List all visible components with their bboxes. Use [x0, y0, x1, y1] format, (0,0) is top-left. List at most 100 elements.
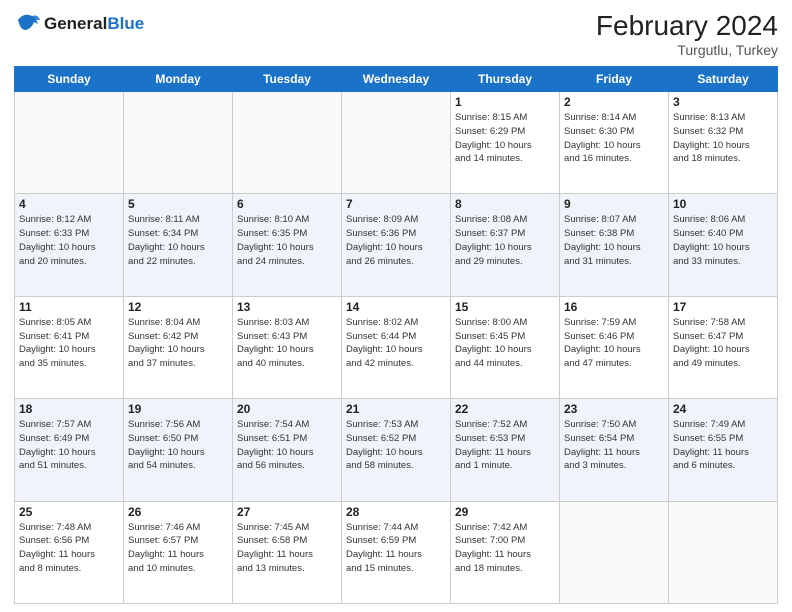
calendar-cell: 22 Sunrise: 7:52 AMSunset: 6:53 PMDayligh…	[451, 399, 560, 501]
logo-text: GeneralBlue	[44, 15, 144, 34]
header: GeneralBlue February 2024 Turgutlu, Turk…	[14, 10, 778, 58]
col-header-wednesday: Wednesday	[342, 67, 451, 92]
location: Turgutlu, Turkey	[596, 42, 778, 58]
day-info: Sunrise: 8:09 AMSunset: 6:36 PMDaylight:…	[346, 213, 446, 268]
day-number: 9	[564, 197, 664, 211]
calendar-cell: 14Sunrise: 8:02 AMSunset: 6:44 PMDayligh…	[342, 296, 451, 398]
day-info: Sunrise: 7:56 AMSunset: 6:50 PMDaylight:…	[128, 418, 228, 473]
day-info: Sunrise: 7:48 AMSunset: 6:56 PMDaylight:…	[19, 521, 119, 576]
calendar-cell: 4 Sunrise: 8:12 AMSunset: 6:33 PMDaylight…	[15, 194, 124, 296]
month-year: February 2024	[596, 10, 778, 42]
day-info: Sunrise: 7:49 AMSunset: 6:55 PMDaylight:…	[673, 418, 773, 473]
day-info: Sunrise: 8:08 AMSunset: 6:37 PMDaylight:…	[455, 213, 555, 268]
day-info: Sunrise: 8:04 AMSunset: 6:42 PMDaylight:…	[128, 316, 228, 371]
col-header-sunday: Sunday	[15, 67, 124, 92]
calendar-cell: 5 Sunrise: 8:11 AMSunset: 6:34 PMDaylight…	[124, 194, 233, 296]
day-info: Sunrise: 8:10 AMSunset: 6:35 PMDaylight:…	[237, 213, 337, 268]
day-number: 10	[673, 197, 773, 211]
day-number: 29	[455, 505, 555, 519]
calendar-table: SundayMondayTuesdayWednesdayThursdayFrid…	[14, 66, 778, 604]
calendar-header-row: SundayMondayTuesdayWednesdayThursdayFrid…	[15, 67, 778, 92]
day-info: Sunrise: 7:44 AMSunset: 6:59 PMDaylight:…	[346, 521, 446, 576]
day-number: 5	[128, 197, 228, 211]
day-info: Sunrise: 8:06 AMSunset: 6:40 PMDaylight:…	[673, 213, 773, 268]
day-info: Sunrise: 8:07 AMSunset: 6:38 PMDaylight:…	[564, 213, 664, 268]
day-number: 16	[564, 300, 664, 314]
day-number: 2	[564, 95, 664, 109]
day-number: 28	[346, 505, 446, 519]
day-info: Sunrise: 7:57 AMSunset: 6:49 PMDaylight:…	[19, 418, 119, 473]
day-info: Sunrise: 8:13 AMSunset: 6:32 PMDaylight:…	[673, 111, 773, 166]
day-info: Sunrise: 8:12 AMSunset: 6:33 PMDaylight:…	[19, 213, 119, 268]
day-info: Sunrise: 8:05 AMSunset: 6:41 PMDaylight:…	[19, 316, 119, 371]
day-number: 6	[237, 197, 337, 211]
calendar-cell: 7 Sunrise: 8:09 AMSunset: 6:36 PMDaylight…	[342, 194, 451, 296]
col-header-friday: Friday	[560, 67, 669, 92]
day-info: Sunrise: 7:54 AMSunset: 6:51 PMDaylight:…	[237, 418, 337, 473]
calendar-cell	[342, 92, 451, 194]
day-number: 15	[455, 300, 555, 314]
day-number: 27	[237, 505, 337, 519]
calendar-cell: 20 Sunrise: 7:54 AMSunset: 6:51 PMDayligh…	[233, 399, 342, 501]
day-number: 23	[564, 402, 664, 416]
calendar-cell: 29 Sunrise: 7:42 AMSunset: 7:00 PMDayligh…	[451, 501, 560, 603]
day-number: 22	[455, 402, 555, 416]
day-number: 4	[19, 197, 119, 211]
day-number: 13	[237, 300, 337, 314]
day-info: Sunrise: 8:14 AMSunset: 6:30 PMDaylight:…	[564, 111, 664, 166]
day-number: 21	[346, 402, 446, 416]
calendar-cell: 19 Sunrise: 7:56 AMSunset: 6:50 PMDayligh…	[124, 399, 233, 501]
day-number: 26	[128, 505, 228, 519]
day-number: 18	[19, 402, 119, 416]
day-info: Sunrise: 7:50 AMSunset: 6:54 PMDaylight:…	[564, 418, 664, 473]
calendar-cell: 3Sunrise: 8:13 AMSunset: 6:32 PMDaylight…	[669, 92, 778, 194]
day-info: Sunrise: 7:45 AMSunset: 6:58 PMDaylight:…	[237, 521, 337, 576]
calendar-cell: 25 Sunrise: 7:48 AMSunset: 6:56 PMDayligh…	[15, 501, 124, 603]
calendar-cell	[124, 92, 233, 194]
calendar-cell: 17 Sunrise: 7:58 AMSunset: 6:47 PMDayligh…	[669, 296, 778, 398]
calendar-cell: 6 Sunrise: 8:10 AMSunset: 6:35 PMDaylight…	[233, 194, 342, 296]
calendar-cell: 8Sunrise: 8:08 AMSunset: 6:37 PMDaylight…	[451, 194, 560, 296]
day-number: 11	[19, 300, 119, 314]
calendar-cell	[15, 92, 124, 194]
day-info: Sunrise: 7:58 AMSunset: 6:47 PMDaylight:…	[673, 316, 773, 371]
day-info: Sunrise: 7:46 AMSunset: 6:57 PMDaylight:…	[128, 521, 228, 576]
calendar-cell	[669, 501, 778, 603]
col-header-thursday: Thursday	[451, 67, 560, 92]
day-info: Sunrise: 7:53 AMSunset: 6:52 PMDaylight:…	[346, 418, 446, 473]
calendar-cell: 24 Sunrise: 7:49 AMSunset: 6:55 PMDayligh…	[669, 399, 778, 501]
day-info: Sunrise: 8:15 AMSunset: 6:29 PMDaylight:…	[455, 111, 555, 166]
day-number: 17	[673, 300, 773, 314]
col-header-tuesday: Tuesday	[233, 67, 342, 92]
page: GeneralBlue February 2024 Turgutlu, Turk…	[0, 0, 792, 612]
calendar-cell: 10 Sunrise: 8:06 AMSunset: 6:40 PMDayligh…	[669, 194, 778, 296]
calendar-cell	[233, 92, 342, 194]
calendar-cell: 27 Sunrise: 7:45 AMSunset: 6:58 PMDayligh…	[233, 501, 342, 603]
calendar-cell: 15 Sunrise: 8:00 AMSunset: 6:45 PMDayligh…	[451, 296, 560, 398]
day-number: 25	[19, 505, 119, 519]
calendar-week-row: 4 Sunrise: 8:12 AMSunset: 6:33 PMDaylight…	[15, 194, 778, 296]
day-info: Sunrise: 7:42 AMSunset: 7:00 PMDaylight:…	[455, 521, 555, 576]
day-number: 7	[346, 197, 446, 211]
day-info: Sunrise: 8:03 AMSunset: 6:43 PMDaylight:…	[237, 316, 337, 371]
calendar-cell: 2 Sunrise: 8:14 AMSunset: 6:30 PMDaylight…	[560, 92, 669, 194]
day-info: Sunrise: 8:11 AMSunset: 6:34 PMDaylight:…	[128, 213, 228, 268]
calendar-week-row: 11 Sunrise: 8:05 AMSunset: 6:41 PMDayligh…	[15, 296, 778, 398]
calendar-cell: 1Sunrise: 8:15 AMSunset: 6:29 PMDaylight…	[451, 92, 560, 194]
calendar-cell: 26 Sunrise: 7:46 AMSunset: 6:57 PMDayligh…	[124, 501, 233, 603]
day-info: Sunrise: 8:02 AMSunset: 6:44 PMDaylight:…	[346, 316, 446, 371]
day-info: Sunrise: 7:59 AMSunset: 6:46 PMDaylight:…	[564, 316, 664, 371]
day-number: 20	[237, 402, 337, 416]
day-number: 19	[128, 402, 228, 416]
calendar-cell: 16 Sunrise: 7:59 AMSunset: 6:46 PMDayligh…	[560, 296, 669, 398]
day-info: Sunrise: 7:52 AMSunset: 6:53 PMDaylight:…	[455, 418, 555, 473]
day-info: Sunrise: 8:00 AMSunset: 6:45 PMDaylight:…	[455, 316, 555, 371]
calendar-cell: 18 Sunrise: 7:57 AMSunset: 6:49 PMDayligh…	[15, 399, 124, 501]
col-header-saturday: Saturday	[669, 67, 778, 92]
day-number: 24	[673, 402, 773, 416]
col-header-monday: Monday	[124, 67, 233, 92]
logo: GeneralBlue	[14, 10, 144, 38]
title-block: February 2024 Turgutlu, Turkey	[596, 10, 778, 58]
calendar-cell: 13 Sunrise: 8:03 AMSunset: 6:43 PMDayligh…	[233, 296, 342, 398]
calendar-cell: 9 Sunrise: 8:07 AMSunset: 6:38 PMDaylight…	[560, 194, 669, 296]
